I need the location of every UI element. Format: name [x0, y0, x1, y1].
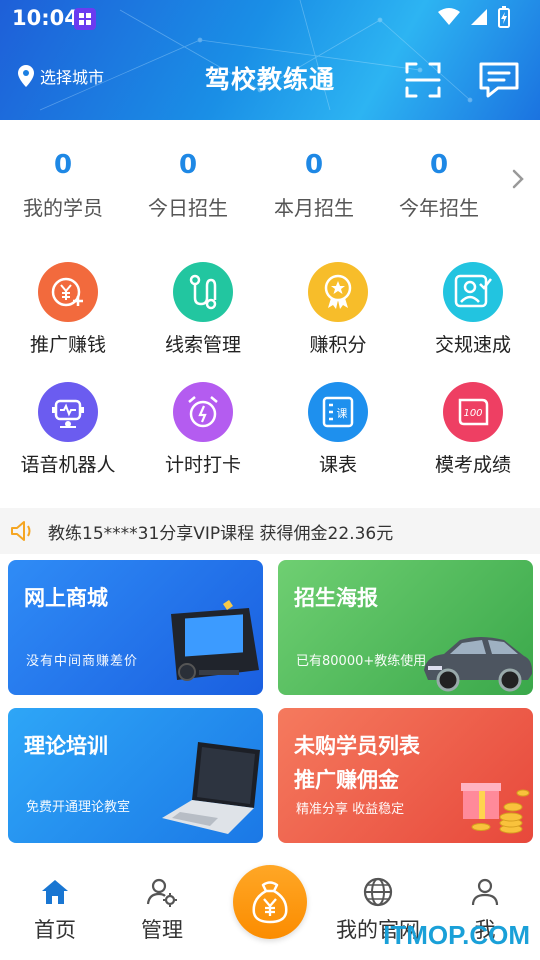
feature-voice-robot[interactable]: 语音机器人 [3, 382, 133, 477]
feature-label: 交规速成 [434, 334, 511, 356]
status-bar: 10:04 [0, 0, 540, 38]
money-bag-icon [252, 881, 288, 924]
signal-icon [471, 9, 487, 25]
money-plus-icon [38, 262, 98, 322]
status-time: 10:04 [12, 6, 79, 30]
stat-label: 今年招生 [399, 196, 479, 220]
nav-home[interactable]: 首页 [0, 876, 110, 944]
stat-my-students[interactable]: 0 我的学员 [3, 150, 123, 221]
stat-label: 本月招生 [274, 196, 354, 220]
feature-promote-earn[interactable]: 推广赚钱 [3, 262, 133, 357]
svg-text:100: 100 [463, 408, 482, 419]
laptop-illustration [162, 742, 260, 834]
stat-value: 0 [53, 150, 73, 180]
center-money-bag-button[interactable] [233, 865, 307, 939]
scan-button[interactable] [404, 60, 442, 100]
announcement-text: 教练15****31分享VIP课程 获得佣金22.36元 [48, 523, 394, 544]
stat-year-enroll[interactable]: 0 今年招生 [379, 150, 499, 221]
scan-icon [405, 62, 441, 98]
robot-icon [38, 382, 98, 442]
car-illustration [424, 637, 533, 692]
card-subtitle: 精准分享 收益稳定 [296, 802, 405, 817]
card-subtitle: 免费开通理论教室 [26, 800, 131, 815]
card-title: 理论培训 [24, 734, 108, 758]
feature-label: 计时打卡 [164, 454, 241, 476]
card-theory-training[interactable]: 理论培训 免费开通理论教室 [8, 708, 263, 843]
globe-icon [363, 877, 393, 907]
nav-manage[interactable]: 管理 [107, 876, 217, 944]
alarm-clock-icon [173, 382, 233, 442]
route-icon [173, 262, 233, 322]
stat-today-enroll[interactable]: 0 今日招生 [128, 150, 248, 221]
score-icon: 100 [443, 382, 503, 442]
feature-label: 赚积分 [309, 334, 367, 356]
nav-label: 首页 [34, 918, 76, 942]
feature-timed-checkin[interactable]: 计时打卡 [138, 382, 268, 477]
page-title: 驾校教练通 [204, 65, 335, 94]
home-icon [42, 880, 68, 904]
feature-label: 推广赚钱 [29, 334, 106, 356]
feature-earn-points[interactable]: 赚积分 [273, 262, 403, 357]
card-enroll-poster[interactable]: 招生海报 已有80000+教练使用 [278, 560, 533, 695]
feature-label: 线索管理 [164, 334, 241, 356]
svg-text:课: 课 [337, 407, 348, 420]
card-subtitle: 没有中间商赚差价 [26, 654, 139, 669]
header: 10:04 选择城市 驾校教练通 [0, 0, 540, 120]
feature-label: 课表 [318, 454, 357, 476]
stat-label: 今日招生 [148, 196, 228, 220]
stat-value: 0 [304, 150, 324, 180]
announcement-bar[interactable]: 教练15****31分享VIP课程 获得佣金22.36元 [0, 508, 540, 554]
medal-icon [308, 262, 368, 322]
feature-traffic-rules[interactable]: 交规速成 [408, 262, 538, 357]
device-illustration [171, 600, 259, 681]
battery-icon [498, 6, 510, 28]
message-button[interactable] [478, 60, 520, 100]
card-title: 网上商城 [24, 586, 108, 610]
stat-label: 我的学员 [23, 196, 103, 220]
speaker-icon [11, 521, 31, 541]
card-online-shop[interactable]: 网上商城 没有中间商赚差价 [8, 560, 263, 695]
stats-row: 0 我的学员 0 今日招生 0 本月招生 0 今年招生 [0, 140, 540, 230]
message-icon [479, 62, 519, 98]
feature-schedule[interactable]: 课 课表 [273, 382, 403, 477]
stat-value: 0 [178, 150, 198, 180]
chevron-right-icon[interactable] [510, 168, 526, 190]
feature-label: 模考成绩 [434, 454, 511, 476]
feature-label: 语音机器人 [20, 454, 116, 476]
watermark-text: ITMOP.COM [383, 920, 530, 950]
card-title: 招生海报 [294, 586, 378, 610]
app-notification-icon [74, 8, 96, 30]
user-check-icon [443, 262, 503, 322]
card-title: 未购学员列表 [294, 734, 420, 758]
user-icon [471, 878, 499, 906]
stat-value: 0 [429, 150, 449, 180]
card-unpaid-students[interactable]: 未购学员列表 推广赚佣金 精准分享 收益稳定 [278, 708, 533, 843]
card-title-secondary: 推广赚佣金 [294, 768, 399, 792]
manage-icon [146, 878, 177, 907]
wifi-icon [438, 8, 460, 25]
feature-mock-exam-score[interactable]: 100 模考成绩 [408, 382, 538, 477]
feature-lead-management[interactable]: 线索管理 [138, 262, 268, 357]
money-gift-illustration [461, 783, 530, 834]
nav-label: 管理 [141, 918, 183, 942]
stat-month-enroll[interactable]: 0 本月招生 [254, 150, 374, 221]
schedule-icon: 课 [308, 382, 368, 442]
card-subtitle: 已有80000+教练使用 [296, 654, 427, 669]
